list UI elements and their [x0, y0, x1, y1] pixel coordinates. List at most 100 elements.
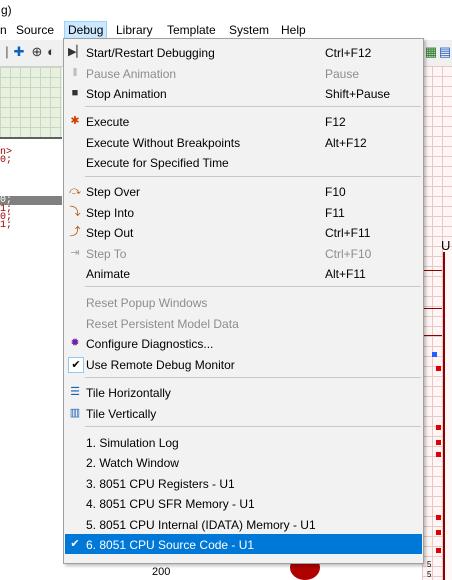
- menu-item-shortcut: Ctrl+F10: [325, 247, 372, 261]
- move-icon[interactable]: ✚: [12, 45, 26, 59]
- menu-item-label: 3. 8051 CPU Registers - U1: [86, 477, 235, 491]
- menu-bar: n Source Debug Library Template System H…: [0, 20, 452, 40]
- step-out-icon: ⤴: [69, 226, 81, 238]
- menu-help[interactable]: Help: [281, 23, 306, 37]
- menu-file-fragment[interactable]: n: [0, 23, 7, 37]
- pin-square: [436, 440, 441, 445]
- zoom-in-icon[interactable]: ⊕: [30, 45, 44, 59]
- menu-item-shortcut: Alt+F11: [325, 267, 366, 281]
- step-to-icon: ⇥: [70, 247, 80, 259]
- checkmark-icon: ✔: [70, 538, 80, 550]
- menu-item-pause-animation[interactable]: ‖ Pause Animation Pause: [65, 63, 422, 83]
- source-editor-panel: n> 0; 0; 1; 0; 1;: [0, 67, 62, 580]
- editor-divider: [0, 137, 62, 139]
- menu-item-shortcut: F10: [325, 185, 346, 199]
- menu-item-cpu-source-code[interactable]: ✔ 6. 8051 CPU Source Code - U1: [65, 534, 422, 554]
- pin-square: [436, 548, 441, 553]
- menu-item-use-remote-debug-monitor[interactable]: ✔ Use Remote Debug Monitor: [65, 354, 422, 374]
- menu-separator: [85, 377, 421, 378]
- menu-item-reset-popup-windows[interactable]: Reset Popup Windows: [65, 292, 422, 312]
- chip-label: U: [441, 238, 451, 253]
- pin-wire: [424, 270, 442, 271]
- menu-item-step-into[interactable]: ⤵ Step Into F11: [65, 202, 422, 222]
- menu-item-simulation-log[interactable]: 1. Simulation Log: [65, 432, 422, 452]
- pin-square: [436, 452, 441, 457]
- editor-header-area: [0, 67, 62, 137]
- window-title-bar: g): [0, 0, 452, 20]
- tile-horizontal-icon: ☰: [70, 386, 80, 398]
- execute-icon: ✱: [70, 115, 80, 127]
- menu-item-step-out[interactable]: ⤴ Step Out Ctrl+F11: [65, 222, 422, 242]
- menu-item-label: Reset Popup Windows: [86, 296, 208, 310]
- menu-template[interactable]: Template: [167, 23, 216, 37]
- menu-item-shortcut: Shift+Pause: [325, 87, 391, 101]
- pin-wire: [424, 308, 442, 309]
- menu-item-cpu-registers[interactable]: 3. 8051 CPU Registers - U1: [65, 473, 422, 493]
- menu-item-step-to[interactable]: ⇥ Step To Ctrl+F10: [65, 243, 422, 263]
- menu-item-execute[interactable]: ✱ Execute F12: [65, 111, 422, 131]
- menu-debug[interactable]: Debug: [64, 21, 108, 39]
- menu-item-label: Animate: [86, 267, 131, 281]
- menu-item-execute-without-breakpoints[interactable]: Execute Without Breakpoints Alt+F12: [65, 132, 422, 152]
- resistor-value: 200: [152, 566, 171, 578]
- menu-item-stop-animation[interactable]: ■ Stop Animation Shift+Pause: [65, 83, 422, 103]
- step-into-icon: ⤵: [69, 206, 81, 218]
- menu-item-label: Configure Diagnostics...: [86, 337, 214, 351]
- checkmark-icon: ✔: [68, 357, 84, 373]
- menu-item-label: Step Into: [86, 206, 135, 220]
- pin-number: 5: [427, 570, 432, 579]
- menu-source[interactable]: Source: [16, 23, 54, 37]
- menu-item-label: Pause Animation: [86, 67, 177, 81]
- code-line: 0;: [0, 155, 13, 166]
- menu-item-label: Execute Without Breakpoints: [86, 136, 241, 150]
- menu-library[interactable]: Library: [116, 23, 153, 37]
- tile-vertical-icon: ▥: [69, 407, 81, 419]
- pin-square: [436, 366, 441, 371]
- menu-item-label: 2. Watch Window: [86, 456, 179, 470]
- menu-item-shortcut: Alt+F12: [325, 136, 367, 150]
- pin-number: 5: [427, 560, 432, 569]
- menu-item-configure-diagnostics[interactable]: ✹ Configure Diagnostics...: [65, 333, 422, 353]
- menu-separator: [85, 286, 421, 287]
- menu-item-start-restart-debugging[interactable]: ▶▏ Start/Restart Debugging Ctrl+F12: [65, 42, 422, 62]
- tool-icon[interactable]: ▦: [424, 45, 438, 59]
- menu-item-tile-horizontally[interactable]: ☰ Tile Horizontally: [65, 382, 422, 402]
- menu-item-reset-persistent-model-data[interactable]: Reset Persistent Model Data: [65, 313, 422, 333]
- tool2-icon[interactable]: ▤: [438, 45, 452, 59]
- menu-system[interactable]: System: [229, 23, 269, 37]
- menu-item-execute-for-specified-time[interactable]: Execute for Specified Time: [65, 152, 422, 172]
- menu-item-tile-vertically[interactable]: ▥ Tile Vertically: [65, 403, 422, 423]
- menu-item-shortcut: F11: [325, 206, 345, 220]
- pin-square: [436, 425, 441, 430]
- window-title: g): [1, 3, 12, 17]
- pause-icon: ‖: [72, 67, 78, 79]
- mcu-chip[interactable]: [443, 252, 452, 580]
- code-line: 1;: [0, 220, 13, 231]
- menu-item-watch-window[interactable]: 2. Watch Window: [65, 452, 422, 472]
- menu-item-cpu-internal-idata-memory[interactable]: 5. 8051 CPU Internal (IDATA) Memory - U1: [65, 514, 422, 534]
- menu-item-label: Step Over: [86, 185, 141, 199]
- menu-item-shortcut: Ctrl+F12: [325, 46, 372, 60]
- menu-item-label: Stop Animation: [86, 87, 167, 101]
- pin-wire: [424, 335, 442, 336]
- menu-item-step-over[interactable]: ⤼ Step Over F10: [65, 181, 422, 201]
- pin-square-blue: [432, 352, 437, 357]
- zoom-icon[interactable]: ◐: [44, 45, 58, 59]
- menu-item-shortcut: Pause: [325, 67, 360, 81]
- menu-item-label: 1. Simulation Log: [86, 436, 179, 450]
- bug-icon: ✹: [70, 337, 80, 349]
- menu-item-animate[interactable]: Animate Alt+F11: [65, 263, 422, 283]
- menu-item-label: 6. 8051 CPU Source Code - U1: [86, 538, 255, 552]
- start-debug-icon: ▶▏: [68, 46, 85, 58]
- menu-item-label: Execute for Specified Time: [86, 156, 229, 170]
- stop-icon: ■: [71, 87, 79, 99]
- pin-square: [436, 515, 441, 520]
- menu-item-label: Step Out: [86, 226, 134, 240]
- menu-separator: [85, 176, 421, 177]
- menu-item-cpu-sfr-memory[interactable]: 4. 8051 CPU SFR Memory - U1: [65, 493, 422, 513]
- menu-item-label: Reset Persistent Model Data: [86, 317, 239, 331]
- menu-item-label: Tile Horizontally: [86, 386, 171, 400]
- step-over-icon: ⤼: [69, 185, 81, 197]
- menu-item-label: Start/Restart Debugging: [86, 46, 215, 60]
- menu-item-label: Execute: [86, 115, 130, 129]
